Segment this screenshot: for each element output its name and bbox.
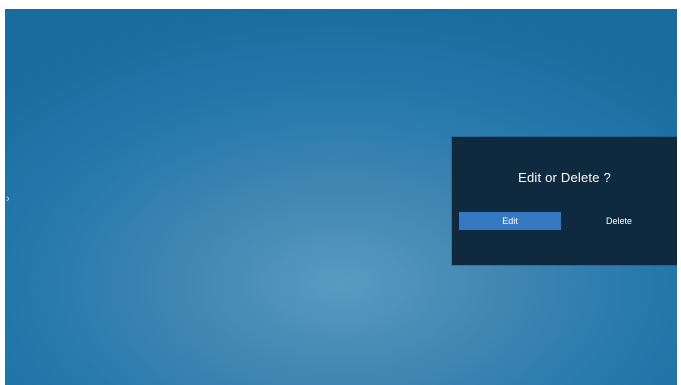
delete-button[interactable]: Delete: [568, 212, 670, 230]
screen-background: › ‹ Edit or Delete ? Edit Delete: [5, 9, 677, 385]
edit-delete-dialog: Edit or Delete ? Edit Delete: [452, 137, 677, 265]
edit-button[interactable]: Edit: [459, 212, 561, 230]
left-chevron-icon[interactable]: ›: [5, 192, 13, 206]
dialog-title: Edit or Delete ?: [518, 170, 611, 185]
